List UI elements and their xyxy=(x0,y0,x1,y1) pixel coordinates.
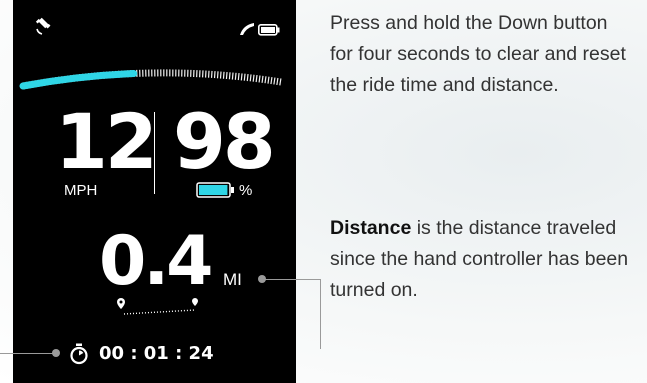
divider xyxy=(154,112,155,194)
timer-callout-line xyxy=(0,353,56,354)
distance-term: Distance xyxy=(330,217,412,239)
speed-unit: MPH xyxy=(64,182,98,199)
route-icon xyxy=(117,298,198,315)
signal-icon xyxy=(240,23,254,35)
battery-unit: % xyxy=(239,182,253,199)
distance-value: 0.4 xyxy=(99,222,213,301)
controller-screen: 12 MPH 98 % 0.4 MI 00 : 01 : 24 xyxy=(13,0,296,383)
timer-callout-dot xyxy=(52,349,60,357)
battery-level-icon xyxy=(196,182,234,198)
speed-gauge xyxy=(19,69,285,90)
stopwatch-icon xyxy=(70,343,88,365)
distance-callout-dot xyxy=(258,275,266,283)
reset-instruction-text: Press and hold the Down button for four … xyxy=(330,12,626,96)
distance-callout-bracket xyxy=(320,279,321,349)
distance-callout-line xyxy=(262,279,320,280)
distance-description: Distance is the distance traveled since … xyxy=(330,213,635,306)
speed-value: 12 xyxy=(55,97,158,186)
ride-time-value: 00 : 01 : 24 xyxy=(99,343,214,364)
distance-unit: MI xyxy=(223,270,242,289)
battery-percent-value: 98 xyxy=(173,97,276,186)
satellite-icon xyxy=(35,17,51,35)
battery-icon xyxy=(258,24,280,36)
